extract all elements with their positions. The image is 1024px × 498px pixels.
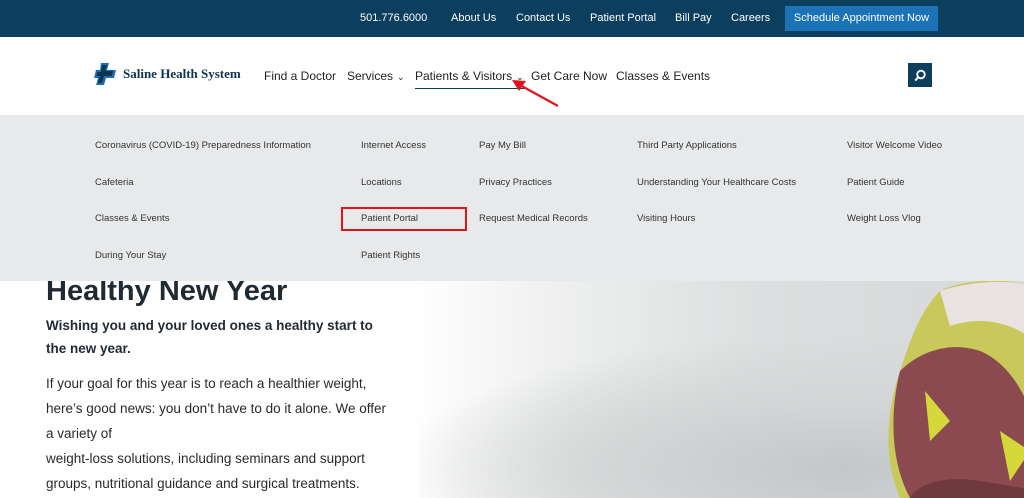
menu-item-request-medical-records[interactable]: Request Medical Records xyxy=(479,213,588,224)
running-shoe-image xyxy=(888,281,1024,498)
annotation-arrow-icon xyxy=(512,80,559,107)
menu-item-pay-my-bill[interactable]: Pay My Bill xyxy=(479,140,526,151)
hero-body-line: groups, nutritional guidance and surgica… xyxy=(46,476,360,491)
menu-item-visitor-welcome-video[interactable]: Visitor Welcome Video xyxy=(847,140,942,151)
hero-title: Healthy New Year xyxy=(46,281,288,307)
about-us-link[interactable]: About Us xyxy=(451,12,496,24)
nav-services-label: Services xyxy=(347,69,394,83)
nav-classes-events[interactable]: Classes & Events xyxy=(616,69,710,83)
search-button[interactable] xyxy=(908,63,932,87)
chevron-down-icon: ⌄ xyxy=(397,72,405,82)
hero-body-line: weight-loss solutions, including seminar… xyxy=(46,451,365,466)
menu-item-third-party-applications[interactable]: Third Party Applications xyxy=(637,140,737,151)
logo-text: Saline Health System xyxy=(123,66,241,81)
menu-item-patient-guide[interactable]: Patient Guide xyxy=(847,177,905,188)
menu-item-cafeteria[interactable]: Cafeteria xyxy=(95,177,134,188)
hero-body-text: If your goal for this year is to reach a… xyxy=(46,371,391,496)
menu-item-covid[interactable]: Coronavirus (COVID-19) Preparedness Info… xyxy=(95,140,311,151)
menu-item-privacy-practices[interactable]: Privacy Practices xyxy=(479,177,552,188)
careers-link[interactable]: Careers xyxy=(731,12,770,24)
contact-us-link[interactable]: Contact Us xyxy=(516,12,570,24)
menu-item-classes-events[interactable]: Classes & Events xyxy=(95,213,169,224)
search-icon xyxy=(913,69,926,81)
patients-visitors-dropdown: Coronavirus (COVID-19) Preparedness Info… xyxy=(0,115,1024,281)
bill-pay-link[interactable]: Bill Pay xyxy=(675,12,712,24)
hero-body-line: a variety of xyxy=(46,426,113,441)
menu-item-weight-loss-vlog[interactable]: Weight Loss Vlog xyxy=(847,213,921,224)
annotation-highlight-box xyxy=(341,207,467,231)
hero-section: Healthy New Year Wishing you and your lo… xyxy=(0,281,1024,498)
cross-logo-icon xyxy=(94,63,116,85)
menu-item-healthcare-costs[interactable]: Understanding Your Healthcare Costs xyxy=(637,177,796,188)
hero-body-line: If your goal for this year is to reach a… xyxy=(46,376,367,391)
site-logo[interactable]: Saline Health System xyxy=(93,62,241,86)
menu-item-internet-access[interactable]: Internet Access xyxy=(361,140,426,151)
nav-find-a-doctor[interactable]: Find a Doctor xyxy=(264,69,336,83)
hero-body-line: here’s good news: you don’t have to do i… xyxy=(46,401,386,416)
menu-item-during-your-stay[interactable]: During Your Stay xyxy=(95,250,166,261)
menu-item-patient-rights[interactable]: Patient Rights xyxy=(361,250,420,261)
hero-subtitle: Wishing you and your loved ones a health… xyxy=(46,318,373,356)
phone-link[interactable]: 501.776.6000 xyxy=(360,12,427,24)
patient-portal-link[interactable]: Patient Portal xyxy=(590,12,656,24)
utility-bar: 501.776.6000 About Us Contact Us Patient… xyxy=(0,0,1024,37)
nav-patients-visitors-label: Patients & Visitors xyxy=(415,69,513,83)
menu-item-visiting-hours[interactable]: Visiting Hours xyxy=(637,213,695,224)
menu-item-locations[interactable]: Locations xyxy=(361,177,402,188)
nav-services[interactable]: Services ⌄ xyxy=(347,69,405,83)
schedule-appointment-button[interactable]: Schedule Appointment Now xyxy=(785,6,938,31)
